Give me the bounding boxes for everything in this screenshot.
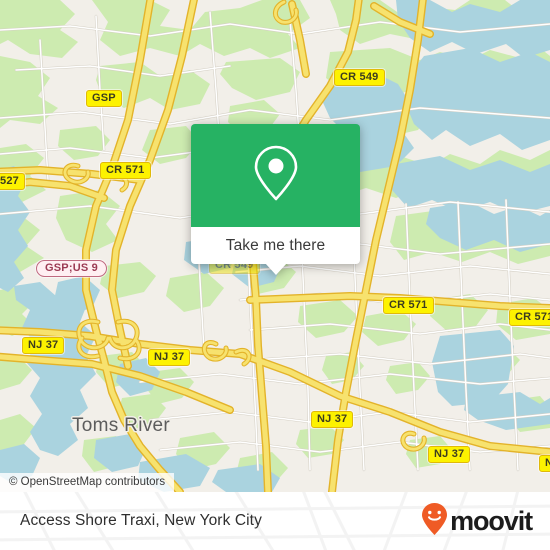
road-shield: CR 571 <box>383 297 434 314</box>
popup-pointer-tail <box>264 263 287 275</box>
moovit-map-share-page: Toms River GSP CR 571 527 CR 549 GSP;US 9 CR … <box>0 0 550 550</box>
road-shield: NJ 37 <box>311 411 354 428</box>
road-shield: 527 <box>0 173 25 190</box>
road-shield: CR 571 <box>100 162 151 179</box>
road-shield: NJ 37 <box>22 337 65 354</box>
osm-attribution[interactable]: © OpenStreetMap contributors <box>0 473 175 492</box>
map-pin-icon <box>253 144 299 207</box>
popup-image-panel <box>191 124 360 227</box>
popup-action-bar[interactable]: Take me there <box>191 227 360 275</box>
location-title: Access Shore Traxi, New York City <box>20 512 262 529</box>
road-shield: NJ 37 <box>148 349 191 366</box>
road-shield: N <box>539 455 550 472</box>
road-shield: CR 571 <box>509 309 550 326</box>
moovit-wordmark: moovit <box>450 505 533 536</box>
page-footer: Access Shore Traxi, New York City moovit <box>0 492 550 550</box>
road-shield: GSP;US 9 <box>36 260 107 277</box>
map-canvas[interactable]: Toms River GSP CR 571 527 CR 549 GSP;US 9 CR … <box>0 0 550 492</box>
take-me-there-button[interactable]: Take me there <box>226 237 326 255</box>
moovit-smiley-pin-icon <box>421 502 448 541</box>
road-shield: GSP <box>86 90 122 107</box>
destination-popup[interactable]: Take me there <box>191 124 360 275</box>
place-label: Toms River <box>72 415 171 436</box>
moovit-logo[interactable]: moovit <box>421 502 533 541</box>
road-shield: CR 549 <box>334 69 385 86</box>
road-shield: NJ 37 <box>428 446 471 463</box>
